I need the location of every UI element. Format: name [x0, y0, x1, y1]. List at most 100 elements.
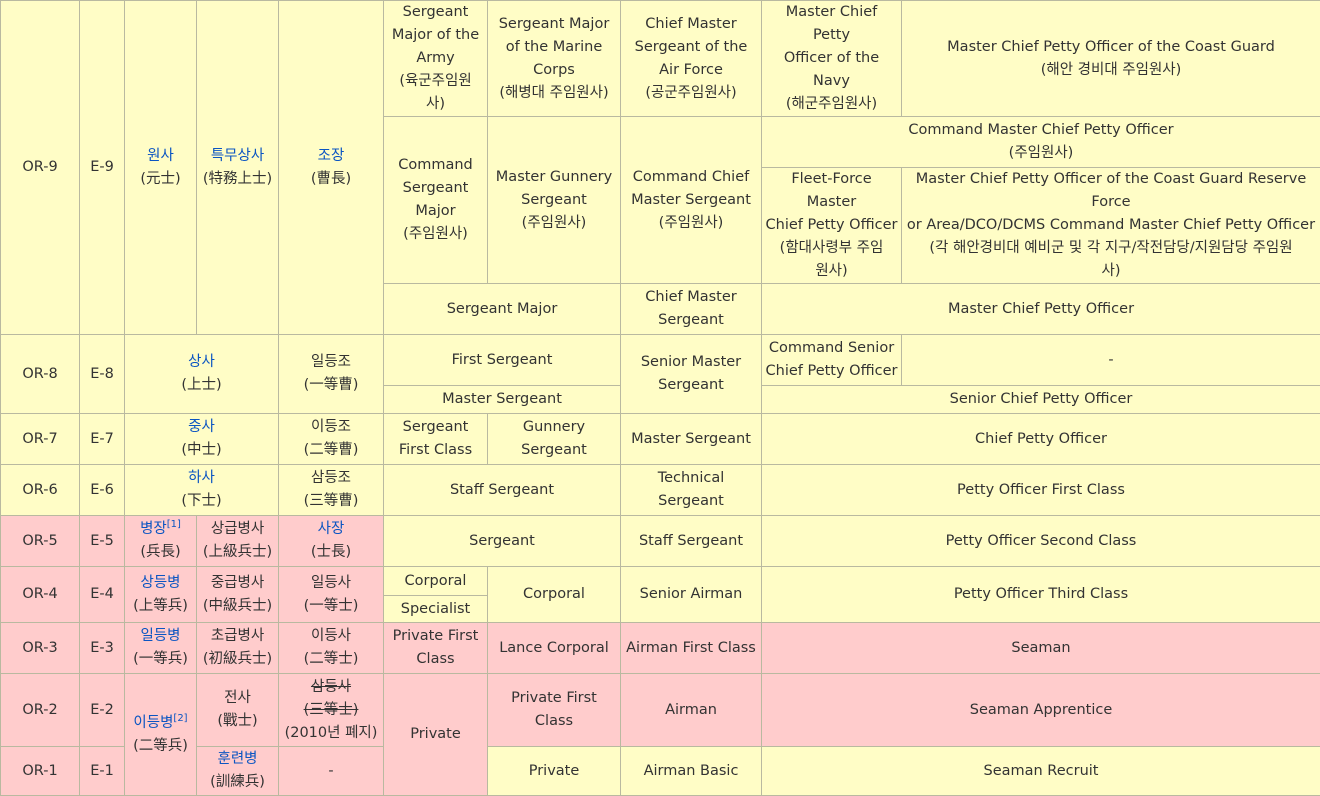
army-marine-rank-cell: Master Sergeant	[384, 386, 621, 414]
hanja-label: (上級兵士)	[200, 541, 275, 564]
marine-rank-cell: Gunnery Sergeant	[488, 414, 621, 465]
rank-link[interactable]: 중사	[128, 416, 275, 439]
rok-rank-cell: 상급병사 (上級兵士)	[197, 516, 279, 567]
footnote-link[interactable]: [1]	[167, 519, 181, 530]
hanja-label: (二等兵)	[128, 735, 193, 758]
army-marine-rank-cell: Sergeant Major	[384, 284, 621, 335]
dprk-rank-cell: 이등조 (二等曹)	[279, 414, 384, 465]
coastguard-rank-cell: Master Chief Petty Officer of the Coast …	[902, 1, 1320, 117]
navy-coastguard-rank-cell: Chief Petty Officer	[762, 414, 1320, 465]
us-paygrade: E-9	[80, 1, 125, 335]
rok-rank-cell: 훈련병 (訓練兵)	[197, 747, 279, 796]
navy-coastguard-rank-cell: Seaman	[762, 623, 1320, 674]
rank-comparison-table: OR-9 E-9 원사 (元士) 특무상사 (特務上士) 조장 (曹長) Ser…	[0, 0, 1320, 796]
rank-link[interactable]: 특무상사	[200, 145, 275, 168]
hanja-label: (中級兵士)	[200, 595, 275, 618]
rank-link[interactable]: 상사	[128, 351, 275, 374]
abolished-note: (2010년 폐지)	[282, 722, 380, 745]
us-paygrade: E-2	[80, 674, 125, 747]
us-paygrade: E-4	[80, 567, 125, 623]
dprk-rank-cell: 삼등사 (三等士) (2010년 폐지)	[279, 674, 384, 747]
dprk-rank-cell: 일등조 (一等曹)	[279, 335, 384, 414]
army-rank-cell: Command Sergeant Major (주임원사)	[384, 117, 488, 284]
airforce-rank-cell: Senior Airman	[621, 567, 762, 623]
rok-rank-cell: 중사 (中士)	[125, 414, 279, 465]
army-marine-rank-cell: Staff Sergeant	[384, 465, 621, 516]
nato-code: OR-3	[1, 623, 80, 674]
rank-link[interactable]: 이등병	[133, 715, 173, 731]
navy-rank-cell: Command Senior Chief Petty Officer	[762, 335, 902, 386]
coastguard-rank-cell: Master Chief Petty Officer of the Coast …	[902, 168, 1320, 284]
rok-rank-cell: 특무상사 (特務上士)	[197, 1, 279, 335]
hanja-label: (上士)	[128, 374, 275, 397]
dprk-rank-cell: 일등사 (一等士)	[279, 567, 384, 623]
army-rank-cell: Corporal	[384, 567, 488, 596]
hanja-label: (中士)	[128, 439, 275, 462]
army-rank-cell: Private	[384, 674, 488, 796]
navy-coastguard-rank-cell: Seaman Apprentice	[762, 674, 1320, 747]
navy-rank-cell: Fleet-Force Master Chief Petty Officer (…	[762, 168, 902, 284]
rok-rank-cell: 하사 (下士)	[125, 465, 279, 516]
rank-link[interactable]: 훈련병	[200, 748, 275, 771]
rank-link[interactable]: 원사	[128, 145, 193, 168]
rok-rank-cell: 병장[1] (兵長)	[125, 516, 197, 567]
rank-link[interactable]: 일등병	[128, 625, 193, 648]
hanja-label: (戰士)	[200, 710, 275, 733]
hanja-label: (士長)	[282, 541, 380, 564]
marine-rank-cell: Private First Class	[488, 674, 621, 747]
rank-link[interactable]: 병장	[140, 521, 167, 537]
hanja-label: (二等曹)	[282, 439, 380, 462]
hanja-label: (一等士)	[282, 595, 380, 618]
nato-code: OR-5	[1, 516, 80, 567]
rank-link[interactable]: 사장	[282, 518, 380, 541]
rank-link[interactable]: 상등병	[128, 572, 193, 595]
marine-rank-cell: Master Gunnery Sergeant (주임원사)	[488, 117, 621, 284]
rank-link[interactable]: 조장	[282, 145, 380, 168]
hanja-label: (曹長)	[282, 168, 380, 191]
us-paygrade: E-8	[80, 335, 125, 414]
marine-rank-cell: Lance Corporal	[488, 623, 621, 674]
navy-coastguard-rank-cell: Petty Officer Second Class	[762, 516, 1320, 567]
hanja-label: (初級兵士)	[200, 648, 275, 671]
us-paygrade: E-1	[80, 747, 125, 796]
army-rank-cell: Sergeant Major of the Army (육군주임원 사)	[384, 1, 488, 117]
airforce-rank-cell: Command Chief Master Sergeant (주임원사)	[621, 117, 762, 284]
airforce-rank-cell: Airman Basic	[621, 747, 762, 796]
airforce-rank-cell: Staff Sergeant	[621, 516, 762, 567]
hanja-label: (元士)	[128, 168, 193, 191]
coastguard-rank-cell: -	[902, 335, 1320, 386]
rank-link[interactable]: 하사	[128, 467, 275, 490]
us-paygrade: E-7	[80, 414, 125, 465]
rok-rank-cell: 중급병사 (中級兵士)	[197, 567, 279, 623]
marine-rank-cell: Private	[488, 747, 621, 796]
hanja-label: (訓練兵)	[200, 771, 275, 794]
footnote-link[interactable]: [2]	[173, 713, 187, 724]
dprk-rank-cell: -	[279, 747, 384, 796]
marine-rank-cell: Corporal	[488, 567, 621, 623]
hanja-label: (三等士)	[282, 699, 380, 722]
rok-rank-cell: 원사 (元士)	[125, 1, 197, 335]
nato-code: OR-6	[1, 465, 80, 516]
airforce-rank-cell: Chief Master Sergeant	[621, 284, 762, 335]
dprk-rank-cell: 이등사 (二等士)	[279, 623, 384, 674]
hanja-label: (兵長)	[128, 541, 193, 564]
rok-rank-cell: 전사 (戰士)	[197, 674, 279, 747]
hanja-label: (二等士)	[282, 648, 380, 671]
nato-code: OR-7	[1, 414, 80, 465]
rok-rank-cell: 상사 (上士)	[125, 335, 279, 414]
dprk-rank-cell: 조장 (曹長)	[279, 1, 384, 335]
hanja-label: (上等兵)	[128, 595, 193, 618]
airforce-rank-cell: Chief Master Sergeant of the Air Force (…	[621, 1, 762, 117]
airforce-rank-cell: Senior Master Sergeant	[621, 335, 762, 414]
hanja-label: (一等曹)	[282, 374, 380, 397]
hanja-label: (下士)	[128, 490, 275, 513]
rok-rank-cell: 이등병[2] (二等兵)	[125, 674, 197, 796]
airforce-rank-cell: Airman First Class	[621, 623, 762, 674]
navy-coastguard-rank-cell: Command Master Chief Petty Officer (주임원사…	[762, 117, 1320, 168]
army-rank-cell: Specialist	[384, 596, 488, 623]
nato-code: OR-9	[1, 1, 80, 335]
army-marine-rank-cell: Sergeant	[384, 516, 621, 567]
dprk-rank-cell: 삼등조 (三等曹)	[279, 465, 384, 516]
us-paygrade: E-5	[80, 516, 125, 567]
navy-coastguard-rank-cell: Seaman Recruit	[762, 747, 1320, 796]
